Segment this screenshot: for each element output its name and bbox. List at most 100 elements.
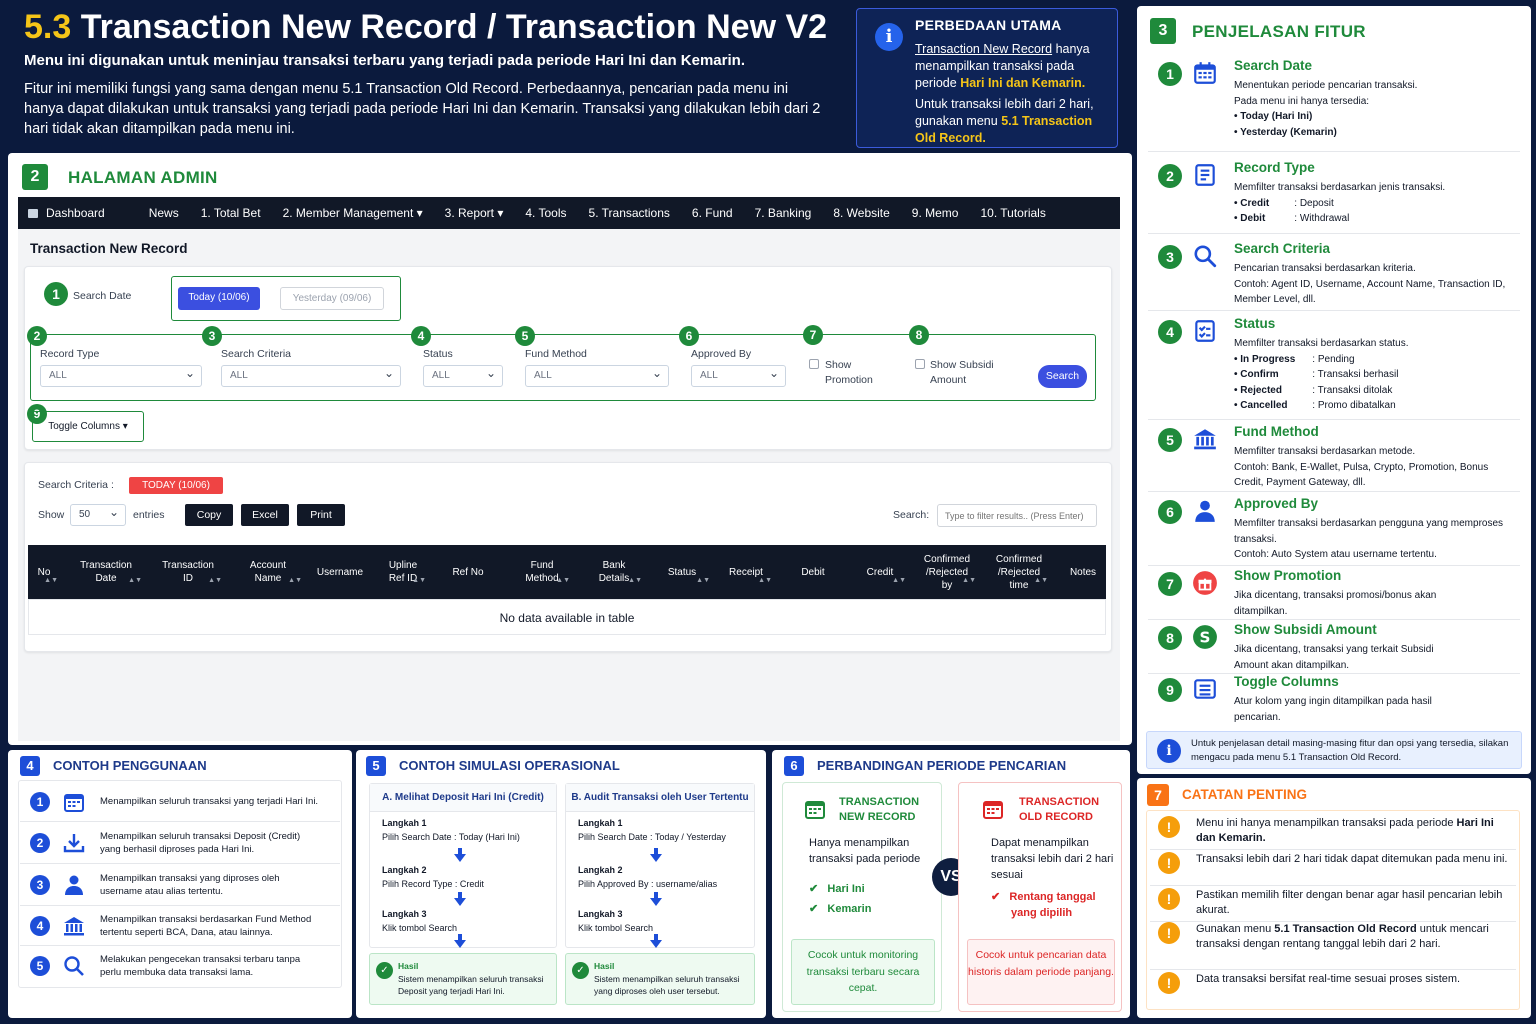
bank-icon bbox=[1194, 429, 1216, 450]
toggle-columns-button[interactable]: Toggle Columns ▾ bbox=[42, 418, 134, 436]
empty-table-message: No data available in table bbox=[28, 599, 1106, 635]
entries-select[interactable]: 50 bbox=[70, 502, 126, 526]
result-text: Sistem menampilkan seluruh transaksi yan… bbox=[594, 973, 740, 997]
notes-section-number: 7 bbox=[1147, 784, 1169, 806]
show-promotion-checkbox[interactable] bbox=[809, 359, 819, 369]
comparison-new-footer: Cocok untuk monitoring transaksi terbaru… bbox=[791, 939, 935, 1005]
admin-section-title: HALAMAN ADMIN bbox=[68, 168, 218, 187]
nav-item-memo[interactable]: 9. Memo bbox=[912, 206, 959, 220]
nav-item-banking[interactable]: 7. Banking bbox=[755, 206, 812, 220]
nav-item-fund[interactable]: 6. Fund bbox=[692, 206, 733, 220]
table-search-input[interactable] bbox=[937, 504, 1097, 527]
today-button[interactable]: Today (10/06) bbox=[178, 287, 260, 310]
feature-number: 9 bbox=[1158, 678, 1182, 702]
search-button[interactable]: Search bbox=[1038, 365, 1087, 388]
checklist-icon bbox=[1195, 320, 1215, 342]
column-header[interactable]: Status ▲▼ bbox=[652, 545, 712, 599]
features-section-title: PENJELASAN FITUR bbox=[1192, 22, 1366, 41]
status-select[interactable]: ALL bbox=[423, 363, 503, 387]
table-search-label: Search: bbox=[893, 509, 930, 521]
callout-6: 6 bbox=[679, 326, 699, 346]
column-header[interactable]: Bank Details ▲▼ bbox=[584, 545, 644, 599]
feature-title: Search Criteria bbox=[1234, 241, 1331, 256]
record-type-select[interactable]: ALL bbox=[40, 363, 202, 387]
print-button[interactable]: Print bbox=[297, 504, 345, 526]
status-label: Status bbox=[423, 348, 453, 360]
nav-item-member-management[interactable]: 2. Member Management ▾ bbox=[283, 206, 423, 220]
flow-step: Langkah 2 Pilih Approved By : username/al… bbox=[578, 863, 717, 891]
feature-title: Fund Method bbox=[1234, 424, 1319, 439]
column-header[interactable]: Credit ▲▼ bbox=[852, 545, 908, 599]
search-criteria-select[interactable]: ALL bbox=[221, 363, 401, 387]
nav-item-dashboard[interactable]: Dashboard bbox=[28, 206, 127, 220]
feature-description: Atur kolom yang ingin ditampilkan pada h… bbox=[1234, 696, 1432, 723]
svg-text:S: S bbox=[1200, 628, 1211, 646]
copy-button[interactable]: Copy bbox=[185, 504, 233, 526]
column-header-label: Fund Method bbox=[525, 560, 559, 584]
nav-item-website[interactable]: 8. Website bbox=[833, 206, 889, 220]
arrow-down-icon bbox=[454, 848, 466, 862]
callout-1: 1 bbox=[44, 282, 68, 306]
column-header[interactable]: Username bbox=[310, 545, 370, 599]
features-footer-note: i Untuk penjelasan detail masing-masing … bbox=[1146, 731, 1522, 769]
feature-bullet: Today (Hari Ini) bbox=[1234, 109, 1514, 125]
column-header[interactable]: Confirmed /Rejected by ▲▼ bbox=[916, 545, 978, 599]
calendar-icon bbox=[64, 793, 84, 812]
column-header-label: Ref No bbox=[452, 566, 484, 578]
note-item: ! Menu ini hanya menampilkan transaksi pa… bbox=[1150, 816, 1516, 850]
nav-item-news[interactable]: News bbox=[149, 206, 179, 220]
sort-icon: ▲▼ bbox=[288, 577, 302, 584]
fund-method-select[interactable]: ALL bbox=[525, 363, 669, 387]
note-text: Menu ini hanya menampilkan transaksi pad… bbox=[1196, 816, 1516, 845]
admin-page-title: Transaction New Record bbox=[30, 241, 188, 256]
transaction-new-record-link[interactable]: Transaction New Record bbox=[915, 42, 1052, 56]
usage-number: 3 bbox=[30, 874, 50, 895]
column-header[interactable]: Upline Ref ID ▲▼ bbox=[378, 545, 428, 599]
feature-number: 1 bbox=[1158, 62, 1182, 86]
key-difference-title: PERBEDAAN UTAMA bbox=[915, 17, 1062, 33]
feature-desc-line: Menentukan periode pencarian transaksi. bbox=[1234, 80, 1418, 91]
feature-pair-key: Confirm bbox=[1240, 369, 1279, 380]
show-subsidi-checkbox[interactable] bbox=[915, 359, 925, 369]
dashboard-icon bbox=[28, 209, 38, 218]
nav-item-total-bet[interactable]: 1. Total Bet bbox=[201, 206, 261, 220]
simulation-flow-a: A. Melihat Deposit Hari Ini (Credit) Lan… bbox=[369, 783, 557, 948]
simulation-result-b: ✓ Hasil Sistem menampilkan seluruh transak… bbox=[565, 953, 755, 1005]
feature-desc-line: Memfilter transaksi berdasarkan status. bbox=[1234, 338, 1409, 349]
feature-number: 8 bbox=[1158, 626, 1182, 650]
nav-item-tools[interactable]: 4. Tools bbox=[525, 206, 566, 220]
flow-step: Langkah 3 Klik tombol Search bbox=[578, 907, 653, 935]
column-header[interactable]: Confirmed /Rejected time ▲▼ bbox=[988, 545, 1050, 599]
column-header[interactable]: Notes bbox=[1060, 545, 1106, 599]
feature-description: Jika dicentang, transaksi yang terkait S… bbox=[1234, 644, 1434, 671]
simulation-flow-b: B. Audit Transaksi oleh User Tertentu La… bbox=[565, 783, 755, 948]
features-section-badge: 3 bbox=[1150, 18, 1176, 44]
column-header[interactable]: No ▲▼ bbox=[28, 545, 60, 599]
column-header[interactable]: Debit bbox=[788, 545, 838, 599]
usage-number: 2 bbox=[30, 832, 50, 853]
column-header[interactable]: Receipt ▲▼ bbox=[718, 545, 774, 599]
column-header[interactable]: Account Name ▲▼ bbox=[232, 545, 304, 599]
column-header[interactable]: Transaction Date ▲▼ bbox=[68, 545, 144, 599]
usage-item: 2 Menampilkan seluruh transaksi Deposit (… bbox=[20, 822, 340, 864]
key-difference-text-1: Transaction New Record hanya menampilkan… bbox=[915, 41, 1105, 92]
excel-button[interactable]: Excel bbox=[241, 504, 289, 526]
callout-7: 7 bbox=[803, 325, 823, 345]
nav-item-report[interactable]: 3. Report ▾ bbox=[445, 206, 504, 220]
column-header[interactable]: Ref No bbox=[438, 545, 498, 599]
calendar-icon bbox=[1194, 62, 1216, 84]
column-header[interactable]: Fund Method ▲▼ bbox=[512, 545, 572, 599]
callout-6-number: 6 bbox=[679, 326, 699, 346]
nav-item-transactions[interactable]: 5. Transactions bbox=[589, 206, 670, 220]
column-header[interactable]: Transaction ID ▲▼ bbox=[152, 545, 224, 599]
feature-bullet: In Progress: Pending bbox=[1234, 352, 1514, 368]
section-number: 5.3 bbox=[24, 8, 72, 46]
page-title: 5.3 Transaction New Record / Transaction… bbox=[24, 8, 827, 47]
comparison-old-checks: ✔ Rentang tanggal yang dipilih bbox=[991, 891, 1096, 919]
feature-pair-key: Debit bbox=[1240, 213, 1266, 224]
feature-title: Approved By bbox=[1234, 496, 1319, 511]
yesterday-button[interactable]: Yesterday (09/06) bbox=[280, 287, 384, 310]
nav-item-tutorials[interactable]: 10. Tutorials bbox=[980, 206, 1045, 220]
approved-by-select[interactable]: ALL bbox=[691, 363, 786, 387]
note-text: Data transaksi bersifat real-time sesuai… bbox=[1196, 973, 1461, 985]
